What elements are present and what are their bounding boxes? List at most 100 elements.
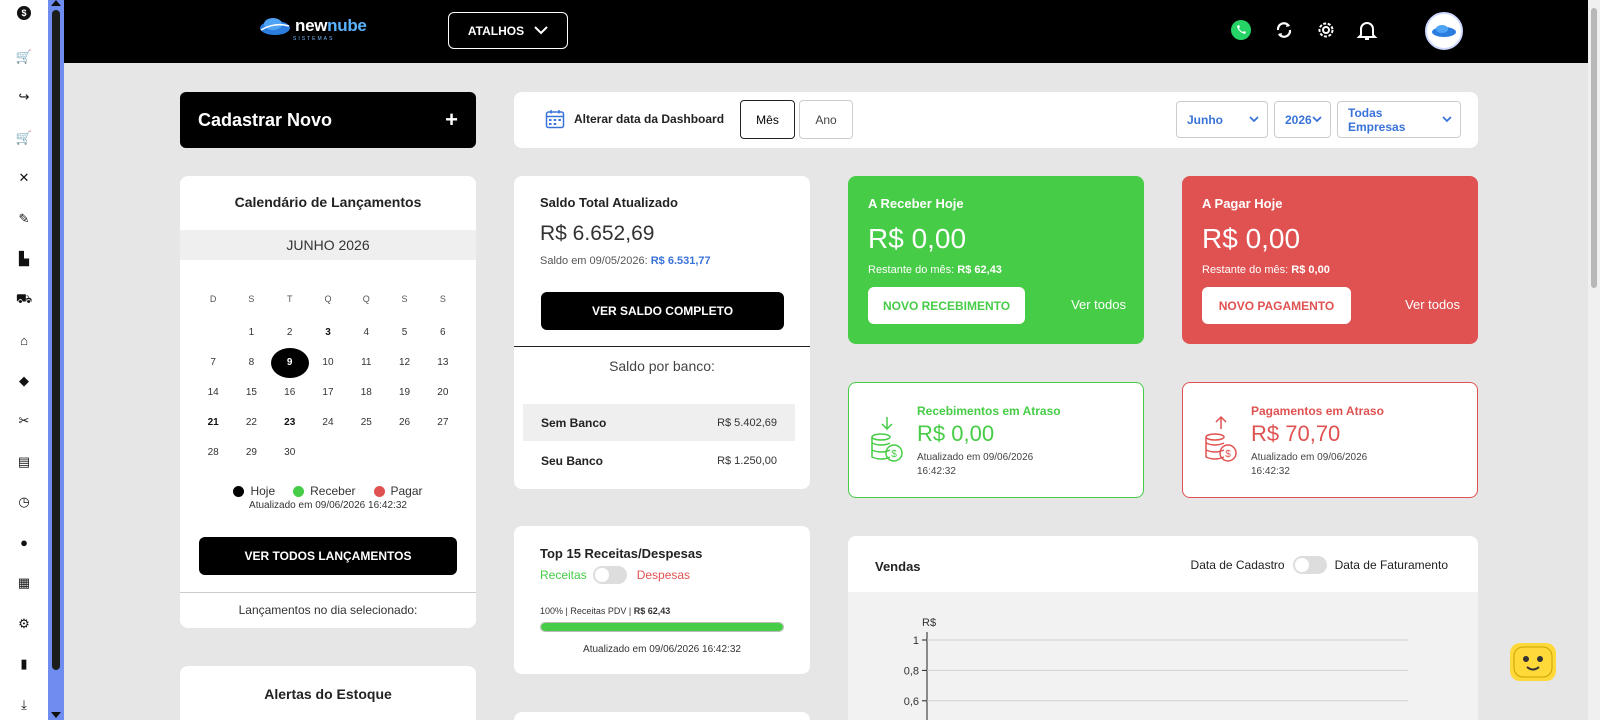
calendar-day[interactable]: 3 <box>309 318 347 348</box>
calendar-day[interactable]: 23 <box>271 408 309 438</box>
bank-name: Sem Banco <box>541 415 607 430</box>
gear-icon[interactable]: ⚙ <box>14 614 34 634</box>
calendar-day[interactable]: 9 <box>270 348 309 378</box>
calendar-day[interactable]: 18 <box>347 378 385 408</box>
calendar-day[interactable]: 1 <box>232 318 270 348</box>
pagar-hoje-title: A Pagar Hoje <box>1202 196 1283 211</box>
scroll-up-arrow-icon[interactable] <box>51 0 61 6</box>
calendar-day[interactable]: 22 <box>232 408 270 438</box>
ver-saldo-completo-button[interactable]: VER SALDO COMPLETO <box>541 292 784 330</box>
divider <box>514 346 810 347</box>
saldo-card: Saldo Total Atualizado R$ 6.652,69 Saldo… <box>514 176 810 489</box>
tools-icon[interactable]: ✕ <box>14 168 34 188</box>
recebimentos-atraso-card[interactable]: $ Recebimentos em Atraso R$ 0,00 Atualiz… <box>848 382 1144 498</box>
calendar-day[interactable]: 14 <box>194 378 232 408</box>
year-select[interactable]: 2026 <box>1274 101 1331 138</box>
calendar-day[interactable]: 24 <box>309 408 347 438</box>
scroll-down-arrow-icon[interactable] <box>51 712 61 718</box>
logo-text: new <box>295 16 328 35</box>
pagamentos-atraso-card[interactable]: $ Pagamentos em Atraso R$ 70,70 Atualiza… <box>1182 382 1478 498</box>
scrollbar-thumb[interactable] <box>52 10 60 670</box>
calendar-day[interactable]: 17 <box>309 378 347 408</box>
page-scrollbar-thumb[interactable] <box>1591 8 1597 288</box>
cart-icon[interactable]: 🛒 <box>14 47 34 67</box>
truck-icon[interactable]: ⛟ <box>14 290 34 310</box>
receber-ver-todos-link[interactable]: Ver todos <box>1071 297 1126 312</box>
side-nav-scrollbar[interactable] <box>48 0 64 720</box>
calendar-day[interactable]: 27 <box>424 408 462 438</box>
calendar-day[interactable]: 13 <box>424 348 462 378</box>
avatar[interactable] <box>1425 12 1463 50</box>
car-icon[interactable]: ◆ <box>14 371 34 391</box>
settings-icon[interactable] <box>1315 19 1337 41</box>
vendas-date-toggle[interactable] <box>1292 556 1327 574</box>
novo-recebimento-button[interactable]: NOVO RECEBIMENTO <box>868 287 1025 324</box>
company-select[interactable]: Todas Empresas <box>1337 101 1461 138</box>
bank-value: R$ 1.250,00 <box>717 454 777 467</box>
month-select[interactable]: Junho <box>1176 101 1268 138</box>
top15-progress-bar <box>540 622 784 632</box>
calendar-day[interactable]: 12 <box>385 348 423 378</box>
edit-icon[interactable]: ✎ <box>14 209 34 229</box>
calendar-day[interactable]: 20 <box>424 378 462 408</box>
clock-icon[interactable]: ◷ <box>14 492 34 512</box>
calendar-day[interactable]: 5 <box>385 318 423 348</box>
top15-item-value: R$ 62,43 <box>633 606 671 616</box>
report-icon[interactable]: ▦ <box>14 573 34 593</box>
calendar-day[interactable]: 28 <box>194 438 232 468</box>
chart-icon[interactable]: ▮ <box>14 654 34 674</box>
wrench-icon[interactable]: ✂ <box>14 411 34 431</box>
calendar-day[interactable]: 6 <box>424 318 462 348</box>
calendar-day[interactable]: 25 <box>347 408 385 438</box>
download-icon[interactable]: ⤓ <box>14 695 34 715</box>
vendas-title: Vendas <box>875 559 921 574</box>
calendar-day[interactable]: 29 <box>232 438 270 468</box>
ver-todos-lancamentos-button[interactable]: VER TODOS LANÇAMENTOS <box>199 537 457 575</box>
recebimentos-atraso-amount: R$ 0,00 <box>917 421 995 446</box>
calendar-day[interactable]: 16 <box>271 378 309 408</box>
users-icon[interactable]: ● <box>14 533 34 553</box>
bell-icon[interactable] <box>1356 19 1378 41</box>
cloud-logo-icon <box>1432 25 1456 37</box>
chart-y-tick-label: 0,8 <box>904 665 919 677</box>
calendar-day[interactable]: 19 <box>385 378 423 408</box>
refresh-icon[interactable] <box>1273 19 1295 41</box>
month-select-value: Junho <box>1187 112 1223 127</box>
share-icon[interactable]: ↪ <box>14 87 34 107</box>
ano-toggle[interactable]: Ano <box>799 100 853 139</box>
calendar-day[interactable]: 11 <box>347 348 385 378</box>
sitemap-icon[interactable]: ▙ <box>14 249 34 269</box>
calendar-day[interactable]: 7 <box>194 348 232 378</box>
receipt-icon[interactable]: ▤ <box>14 452 34 472</box>
top15-card: Top 15 Receitas/Despesas Receitas Despes… <box>514 526 810 674</box>
pagar-ver-todos-link[interactable]: Ver todos <box>1405 297 1460 312</box>
pagar-hoje-amount: R$ 0,00 <box>1202 223 1301 254</box>
cart-add-icon[interactable]: 🛒 <box>14 128 34 148</box>
calendar-day[interactable]: 30 <box>271 438 309 468</box>
calendar-title: Calendário de Lançamentos <box>234 194 422 210</box>
mes-toggle[interactable]: Mês <box>740 100 795 139</box>
calendar-day[interactable]: 2 <box>271 318 309 348</box>
bank-row: Seu Banco R$ 1.250,00 <box>523 442 795 479</box>
cadastrar-novo-button[interactable]: Cadastrar Novo + <box>180 92 476 148</box>
dollar-icon[interactable]: $ <box>17 6 31 20</box>
logo[interactable]: newnube SISTEMAS <box>259 16 367 42</box>
calendar-day[interactable]: 26 <box>385 408 423 438</box>
calendar-day[interactable]: 21 <box>194 408 232 438</box>
chat-helper-button[interactable] <box>1510 643 1556 681</box>
bank-icon[interactable]: ⌂ <box>14 330 34 350</box>
atalhos-dropdown[interactable]: ATALHOS <box>448 12 568 49</box>
page-scrollbar[interactable] <box>1588 0 1600 720</box>
receber-restante-value: R$ 62,43 <box>957 264 1002 276</box>
novo-pagamento-button[interactable]: NOVO PAGAMENTO <box>1202 287 1351 324</box>
weekday-header: S <box>401 294 408 304</box>
calendar-day[interactable]: 15 <box>232 378 270 408</box>
calendar-day[interactable]: 4 <box>347 318 385 348</box>
calendar-day[interactable]: 10 <box>309 348 347 378</box>
vendas-chart-area: R$ 1 0,8 0,6 <box>848 592 1478 720</box>
calendar-empty-cell <box>309 438 347 468</box>
whatsapp-icon[interactable] <box>1230 19 1252 41</box>
receitas-despesas-toggle[interactable] <box>592 566 627 584</box>
calendar-day[interactable]: 8 <box>232 348 270 378</box>
pagar-hoje-card: A Pagar Hoje R$ 0,00 Restante do mês: R$… <box>1182 176 1478 344</box>
